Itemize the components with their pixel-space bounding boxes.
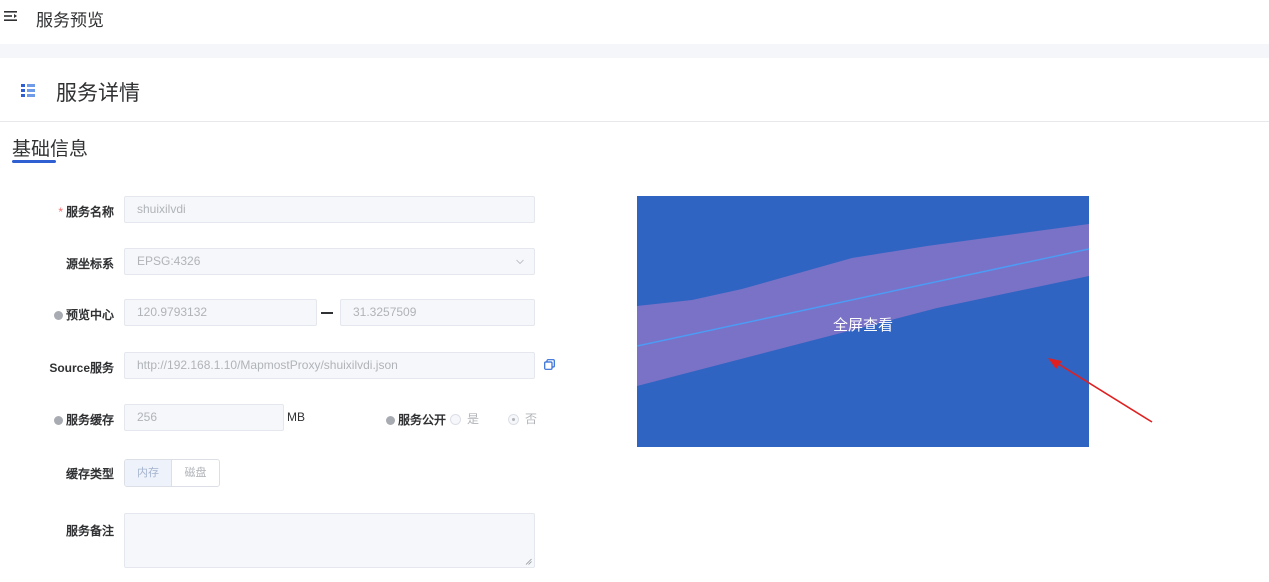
service-cache-input[interactable]: 256 bbox=[124, 404, 284, 431]
radio-public-yes[interactable]: 是 bbox=[450, 410, 479, 427]
range-separator bbox=[321, 312, 333, 314]
service-public-label: 服务公开 bbox=[382, 411, 446, 428]
radio-public-no[interactable]: 否 bbox=[508, 410, 537, 427]
preview-center-lon-input[interactable]: 120.9793132 bbox=[124, 299, 317, 326]
source-service-input[interactable]: http://192.168.1.10/MapmostProxy/shuixil… bbox=[124, 352, 535, 379]
source-crs-value: EPSG:4326 bbox=[137, 254, 201, 268]
section-header: 服务详情 bbox=[0, 62, 1269, 122]
chevron-down-icon bbox=[516, 259, 524, 265]
map-preview[interactable]: 全屏查看 bbox=[637, 196, 1089, 447]
resize-handle-icon[interactable] bbox=[525, 558, 532, 565]
header-divider bbox=[0, 44, 1269, 58]
cache-unit: MB bbox=[287, 410, 305, 424]
top-bar: 服务预览 bbox=[0, 0, 1269, 44]
service-name-label: * 服务名称 bbox=[58, 205, 114, 219]
remark-label: 服务备注 bbox=[65, 524, 114, 538]
help-icon[interactable] bbox=[385, 416, 395, 425]
source-service-label: Source服务 bbox=[49, 361, 114, 375]
service-name-input[interactable]: shuixilvdi bbox=[124, 196, 535, 223]
list-detail-icon bbox=[21, 84, 35, 97]
basic-info-underline bbox=[12, 160, 56, 163]
preview-center-lat-input[interactable]: 31.3257509 bbox=[340, 299, 535, 326]
section-title: 服务详情 bbox=[56, 82, 140, 105]
radio-circle bbox=[450, 414, 461, 425]
help-icon[interactable] bbox=[53, 311, 63, 320]
radio-circle-checked bbox=[508, 414, 519, 425]
copy-icon[interactable] bbox=[544, 359, 555, 370]
menu-fold-icon[interactable] bbox=[4, 9, 18, 23]
source-crs-select[interactable]: EPSG:4326 bbox=[124, 248, 535, 275]
cache-type-label: 缓存类型 bbox=[65, 467, 114, 481]
preview-center-label: 预览中心 bbox=[40, 306, 114, 323]
help-icon[interactable] bbox=[53, 416, 63, 425]
cache-type-segmented: 内存 磁盘 bbox=[124, 459, 220, 487]
cache-type-disk[interactable]: 磁盘 bbox=[172, 460, 219, 486]
source-crs-label: 源坐标系 bbox=[65, 257, 114, 271]
cache-type-memory[interactable]: 内存 bbox=[125, 460, 172, 486]
required-mark: * bbox=[58, 205, 63, 219]
page-title: 服务预览 bbox=[36, 11, 104, 30]
service-cache-label: 服务缓存 bbox=[40, 411, 114, 428]
basic-info-title: 基础信息 bbox=[12, 139, 89, 160]
remark-textarea[interactable] bbox=[124, 513, 535, 568]
annotation-arrow-icon bbox=[1048, 358, 1153, 423]
fullscreen-view-button[interactable]: 全屏查看 bbox=[637, 314, 1089, 335]
